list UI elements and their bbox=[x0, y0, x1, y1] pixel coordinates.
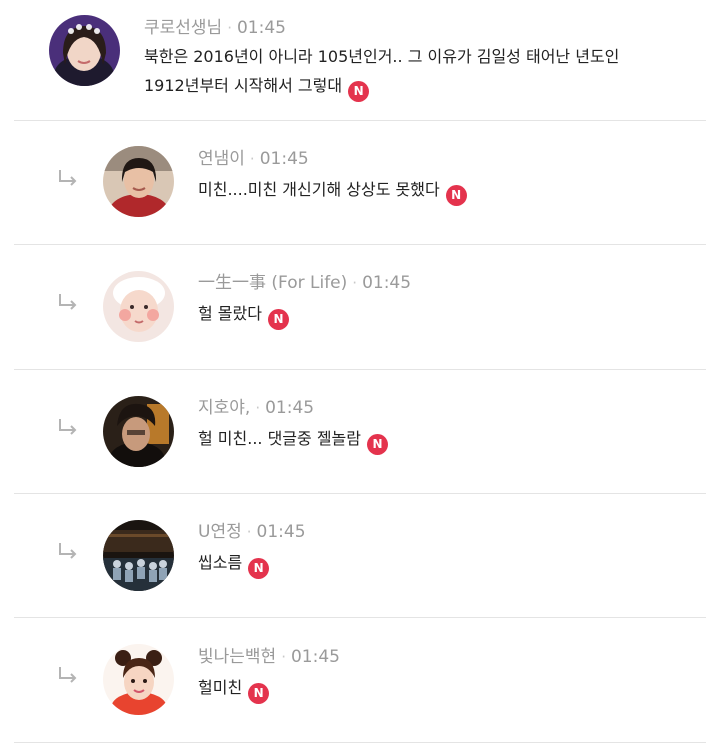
comment-body: 미친....미친 개신기해 상상도 못했다 N bbox=[198, 175, 467, 206]
author-name[interactable]: 지호야, bbox=[198, 398, 250, 418]
comment-line: 씹소름 bbox=[198, 553, 243, 572]
avatar[interactable] bbox=[103, 396, 174, 467]
reply-item: 一生一事 (For Life) · 01:45 헐 몰랐다 N bbox=[0, 245, 720, 369]
comment-time: 01:45 bbox=[259, 149, 309, 169]
comment-meta: 一生一事 (For Life) · 01:45 bbox=[198, 272, 411, 294]
comment-thread: 쿠로선생님 · 01:45 북한은 2016년이 아니라 105년인거.. 그 이유… bbox=[0, 0, 720, 747]
avatar[interactable] bbox=[49, 15, 120, 86]
comment-line: 헐미친 bbox=[198, 678, 243, 697]
comment-meta: 연냄이 · 01:45 bbox=[198, 148, 309, 170]
comment-meta: 지호야, · 01:45 bbox=[198, 397, 314, 419]
new-badge-icon: N bbox=[348, 81, 370, 102]
reply-item: 빛나는백현 · 01:45 헐미친 N bbox=[0, 618, 720, 742]
new-badge-icon: N bbox=[445, 185, 467, 206]
meta-separator: · bbox=[352, 274, 358, 292]
avatar[interactable] bbox=[103, 644, 174, 715]
meta-separator: · bbox=[255, 399, 261, 417]
avatar-image bbox=[103, 644, 174, 715]
reply-item: 지호야, · 01:45 헐 미친... 댓글중 젤놀람 N bbox=[0, 370, 720, 494]
comment-line: 1912년부터 시작해서 그렇대 bbox=[144, 76, 343, 95]
meta-separator: · bbox=[227, 19, 232, 37]
new-badge-icon: N bbox=[248, 558, 270, 579]
author-name[interactable]: 一生一事 (For Life) bbox=[198, 273, 347, 293]
reply-arrow-icon bbox=[59, 419, 77, 435]
comment-line: 미친....미친 개신기해 상상도 못했다 bbox=[198, 180, 440, 199]
comment-body: 헐 미친... 댓글중 젤놀람 N bbox=[198, 424, 388, 455]
comment-time: 01:45 bbox=[236, 18, 286, 38]
avatar[interactable] bbox=[103, 271, 174, 342]
comment-line: 헐 몰랐다 bbox=[198, 304, 262, 323]
reply-arrow-icon bbox=[59, 667, 77, 683]
comment-time: 01:45 bbox=[362, 273, 412, 293]
comment-meta: 빛나는백현 · 01:45 bbox=[198, 646, 340, 668]
avatar[interactable] bbox=[103, 520, 174, 591]
reply-arrow-icon bbox=[59, 294, 77, 310]
comment-item: 쿠로선생님 · 01:45 북한은 2016년이 아니라 105년인거.. 그 이유… bbox=[0, 0, 720, 121]
new-badge-icon: N bbox=[367, 434, 388, 455]
avatar-image bbox=[103, 520, 174, 591]
avatar-image bbox=[103, 271, 174, 342]
meta-separator: · bbox=[281, 648, 286, 666]
reply-item: U연정 · 01:45 씹소름 N bbox=[0, 494, 720, 618]
avatar-image bbox=[103, 396, 174, 467]
comment-body: 헐미친 N bbox=[198, 673, 270, 704]
reply-item: 연냄이 · 01:45 미친....미친 개신기해 상상도 못했다 N bbox=[0, 121, 720, 245]
comment-meta: U연정 · 01:45 bbox=[198, 521, 306, 543]
avatar-image bbox=[103, 146, 174, 217]
divider bbox=[14, 742, 706, 743]
comment-body: 씹소름 N bbox=[198, 548, 270, 579]
author-name[interactable]: U연정 bbox=[198, 522, 242, 542]
comment-line: 북한은 2016년이 아니라 105년인거.. 그 이유가 김일성 태어난 년도… bbox=[144, 47, 620, 66]
comment-body: 북한은 2016년이 아니라 105년인거.. 그 이유가 김일성 태어난 년도… bbox=[144, 42, 619, 102]
new-badge-icon: N bbox=[267, 309, 289, 330]
author-name[interactable]: 빛나는백현 bbox=[198, 647, 276, 667]
avatar-image bbox=[49, 15, 120, 86]
comment-line: 헐 미친... 댓글중 젤놀람 bbox=[198, 429, 361, 448]
comment-time: 01:45 bbox=[265, 398, 315, 418]
comment-body: 헐 몰랐다 N bbox=[198, 299, 289, 330]
meta-separator: · bbox=[249, 150, 255, 168]
comment-meta: 쿠로선생님 · 01:45 bbox=[144, 17, 286, 39]
new-badge-icon: N bbox=[248, 683, 270, 704]
meta-separator: · bbox=[246, 523, 252, 541]
comment-time: 01:45 bbox=[256, 522, 306, 542]
comment-time: 01:45 bbox=[290, 647, 340, 667]
avatar[interactable] bbox=[103, 146, 174, 217]
reply-arrow-icon bbox=[59, 170, 77, 186]
author-name[interactable]: 쿠로선생님 bbox=[144, 18, 222, 38]
comment-line-wrap: 1912년부터 시작해서 그렇대 N bbox=[144, 71, 619, 102]
author-name[interactable]: 연냄이 bbox=[198, 149, 245, 169]
reply-arrow-icon bbox=[59, 543, 77, 559]
